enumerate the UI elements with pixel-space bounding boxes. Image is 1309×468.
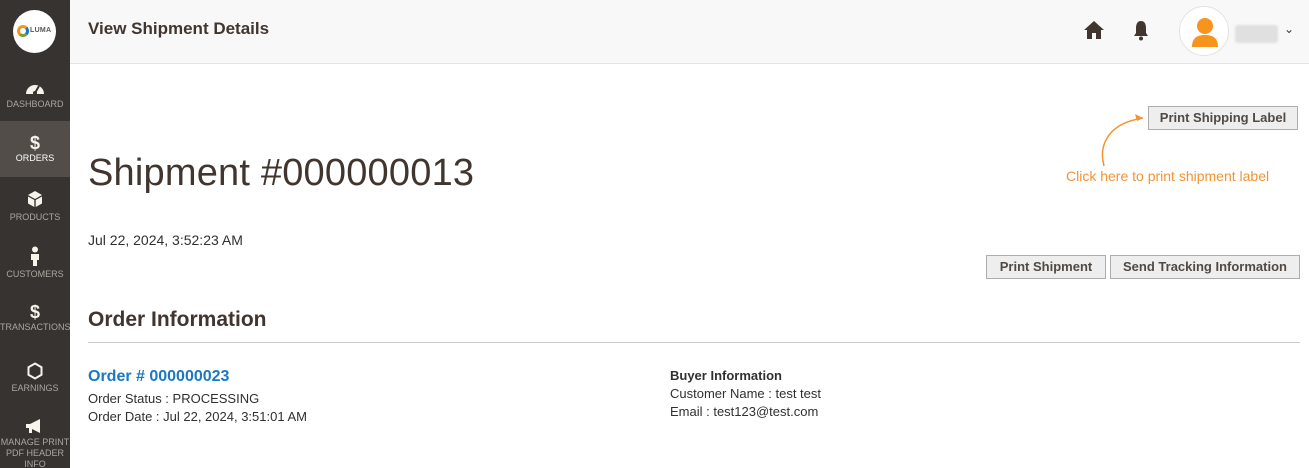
- hexagon-icon: [27, 362, 43, 380]
- sidebar-item-products[interactable]: PRODUCTS: [0, 190, 70, 230]
- sidebar-item-label: PRODUCTS: [9, 212, 61, 222]
- annotation-arrow-icon: [1101, 114, 1144, 167]
- luma-logo[interactable]: LUMA: [0, 0, 70, 65]
- sidebar-item-label-line-2: PDF HEADER: [5, 448, 64, 458]
- dollar-icon: $: [29, 302, 40, 322]
- send-tracking-information-button[interactable]: Send Tracking Information: [1110, 255, 1300, 279]
- buyer-information-heading: Buyer Information: [670, 368, 782, 383]
- sidebar-item-orders[interactable]: $ ORDERS: [0, 121, 70, 177]
- sidebar-item-label-line-3: INFO: [24, 459, 46, 468]
- dashboard-icon: [26, 85, 44, 95]
- sidebar-item-manage-print-pdf-header[interactable]: MANAGE PRINT PDF HEADER INFO: [0, 417, 70, 468]
- order-number-link[interactable]: Order # 000000023: [88, 368, 229, 386]
- print-shipment-button[interactable]: Print Shipment: [986, 255, 1106, 279]
- customer-email: Email : test123@test.com: [670, 404, 819, 419]
- user-name-redacted[interactable]: [1235, 25, 1278, 43]
- user-avatar[interactable]: [1179, 6, 1229, 56]
- sidebar-item-dashboard[interactable]: DASHBOARD: [0, 78, 70, 118]
- page-header-title: View Shipment Details: [88, 19, 270, 38]
- person-icon: [31, 246, 39, 266]
- sidebar-item-label: ORDERS: [15, 153, 55, 163]
- page-header: View Shipment Details ⌄: [70, 0, 1309, 64]
- sidebar-item-transactions[interactable]: $ TRANSACTIONS: [0, 302, 71, 342]
- logo-text: LUMA: [30, 27, 52, 34]
- sidebar-item-label: EARNINGS: [11, 383, 59, 393]
- sidebar-item-label: CUSTOMERS: [6, 269, 64, 279]
- user-avatar-icon: [1192, 18, 1218, 47]
- print-shipping-label-button[interactable]: Print Shipping Label: [1148, 106, 1298, 130]
- order-date: Order Date : Jul 22, 2024, 3:51:01 AM: [88, 409, 307, 424]
- section-divider: [88, 342, 1300, 343]
- sidebar-item-label: TRANSACTIONS: [0, 322, 71, 332]
- admin-sidebar: LUMA DASHBOARD $ ORDERS PRODUCTS CUSTOME…: [0, 0, 71, 468]
- megaphone-icon: [26, 419, 40, 433]
- box-icon: [28, 191, 42, 207]
- dollar-icon: $: [29, 133, 40, 153]
- shipment-date: Jul 22, 2024, 3:52:23 AM: [88, 232, 243, 248]
- order-status: Order Status : PROCESSING: [88, 391, 260, 406]
- sidebar-item-earnings[interactable]: EARNINGS: [0, 362, 70, 402]
- order-information-heading: Order Information: [88, 308, 267, 331]
- logo-badge: LUMA: [13, 10, 56, 53]
- page-title: Shipment #000000013: [88, 152, 475, 194]
- sidebar-item-label-line-1: MANAGE PRINT: [0, 437, 70, 447]
- sidebar-item-label: DASHBOARD: [6, 99, 64, 109]
- logo-ring-icon: [17, 25, 29, 37]
- home-icon[interactable]: [1083, 19, 1105, 41]
- bell-icon[interactable]: [1132, 19, 1150, 41]
- customer-name: Customer Name : test test: [670, 386, 821, 401]
- print-label-hint: Click here to print shipment label: [1066, 168, 1270, 184]
- sidebar-item-customers[interactable]: CUSTOMERS: [0, 246, 70, 286]
- chevron-down-icon[interactable]: ⌄: [1284, 22, 1294, 36]
